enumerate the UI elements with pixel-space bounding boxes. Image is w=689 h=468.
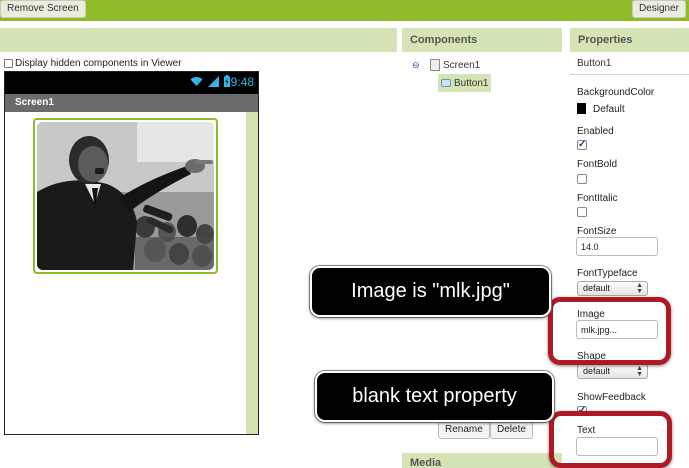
components-header: Components	[402, 28, 562, 52]
screen-icon	[430, 59, 440, 71]
font-typeface-label: FontTypeface	[577, 268, 638, 279]
display-hidden-checkbox[interactable]	[4, 59, 13, 68]
collapse-icon[interactable]: ⊖	[412, 60, 420, 71]
status-clock: 9:48	[230, 75, 254, 89]
display-hidden-row[interactable]: Display hidden components in Viewer	[4, 58, 182, 69]
background-color-label: BackgroundColor	[577, 87, 655, 98]
button1-image-button[interactable]	[33, 118, 218, 274]
font-bold-checkbox[interactable]	[577, 174, 587, 184]
designer-button[interactable]: Designer	[631, 0, 686, 18]
enabled-label: Enabled	[577, 126, 614, 137]
display-hidden-label: Display hidden components in Viewer	[15, 58, 182, 69]
select-arrows-icon: ▲ ▼	[636, 365, 643, 378]
font-italic-label: FontItalic	[577, 193, 618, 204]
button-icon	[441, 79, 451, 87]
background-color-swatch[interactable]	[577, 103, 586, 114]
shape-select[interactable]: default ▲ ▼	[577, 364, 648, 379]
image-highlight-box	[548, 297, 671, 365]
wifi-icon	[190, 76, 203, 86]
text-callout: blank text property	[315, 371, 554, 422]
background-color-value[interactable]: Default	[593, 104, 625, 115]
show-feedback-label: ShowFeedback	[577, 392, 646, 403]
top-toolbar: Remove Screen Designer	[0, 0, 689, 21]
font-size-label: FontSize	[577, 226, 617, 237]
battery-icon	[224, 75, 230, 87]
delete-button[interactable]: Delete	[490, 421, 533, 439]
button-photo	[37, 122, 214, 270]
image-callout: Image is "mlk.jpg"	[310, 266, 551, 317]
signal-icon	[208, 75, 219, 87]
select-arrows-icon: ▲ ▼	[636, 282, 643, 295]
tree-item-button1[interactable]: Button1	[438, 74, 491, 92]
phone-status-bar: 9:48	[5, 72, 258, 94]
screen-title: Screen1	[5, 94, 258, 112]
properties-panel: Properties Button1 BackgroundColor Defau…	[570, 28, 689, 468]
text-highlight-box	[549, 411, 672, 468]
tree-item-screen1-label: Screen1	[443, 59, 481, 71]
viewer-scroll-strip[interactable]	[246, 112, 258, 434]
tree-item-screen1[interactable]: Screen1	[430, 59, 480, 71]
shape-value: default	[583, 366, 611, 376]
rename-button[interactable]: Rename	[438, 421, 490, 439]
remove-screen-button[interactable]: Remove Screen	[0, 0, 86, 18]
font-typeface-select[interactable]: default ▲ ▼	[577, 281, 648, 296]
media-header: Media	[402, 453, 562, 468]
font-bold-label: FontBold	[577, 159, 618, 170]
tree-item-button1-label: Button1	[454, 77, 489, 89]
font-italic-checkbox[interactable]	[577, 207, 587, 217]
viewer-header	[0, 28, 397, 52]
enabled-checkbox[interactable]: ✓	[577, 140, 587, 150]
font-typeface-value: default	[583, 283, 611, 293]
font-size-input[interactable]	[576, 237, 658, 256]
properties-header: Properties	[570, 28, 689, 52]
selected-component-name: Button1	[570, 53, 689, 75]
phone-preview: 9:48 Screen1	[4, 71, 259, 435]
